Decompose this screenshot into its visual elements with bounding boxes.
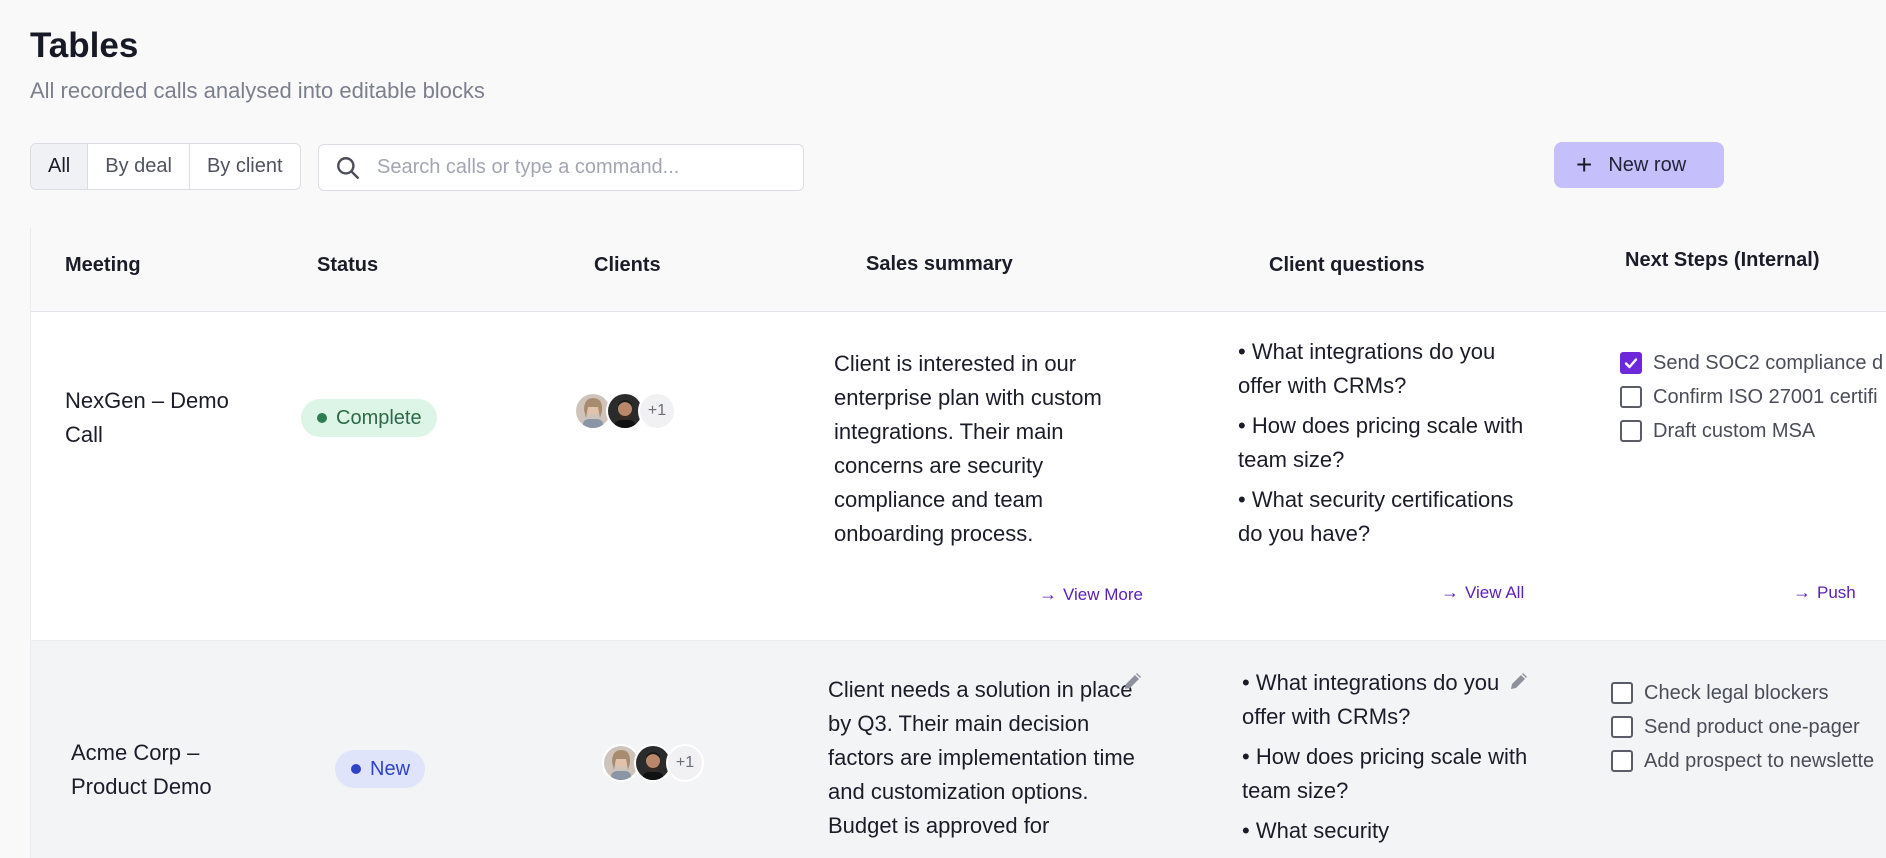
status-label: New [370,757,411,780]
next-steps-checklist: Check legal blockers Send product one-pa… [1611,676,1886,778]
avatar-more-count[interactable]: +1 [666,744,704,782]
checklist-item[interactable]: Send product one-pager [1611,710,1886,744]
column-header-status[interactable]: Status [317,254,378,277]
checkbox[interactable] [1611,716,1633,738]
list-item: • How does pricing scale with team size? [1242,744,1528,803]
checklist-item[interactable]: Check legal blockers [1611,676,1886,710]
sales-summary-text[interactable]: Client needs a solution in place by Q3. … [828,673,1138,843]
table-row[interactable]: NexGen – Demo Call Complete +1 Client is… [31,313,1886,640]
table-row[interactable]: Acme Corp – Product Demo New +1 Client n… [31,640,1886,858]
list-item: • What integrations do you offer with CR… [1238,339,1496,398]
checkbox-checked[interactable] [1620,352,1642,374]
client-avatars[interactable]: +1 [602,744,704,782]
checkbox[interactable] [1611,750,1633,772]
status-badge[interactable]: New [335,750,426,788]
view-all-label: View All [1465,582,1525,602]
list-item: • What integrations do you offer with CR… [1242,670,1500,729]
edit-pencil-icon[interactable] [1507,669,1531,698]
checklist-item[interactable]: Send SOC2 compliance d [1620,346,1886,380]
list-item: • How does pricing scale with team size? [1238,413,1524,472]
checkbox[interactable] [1620,420,1642,442]
calls-table: Meeting Status Clients Sales summary Cli… [30,228,1886,858]
checklist-label: Send product one-pager [1644,715,1860,738]
status-label: Complete [336,406,422,429]
checklist-label: Draft custom MSA [1653,419,1816,442]
view-all-link[interactable]: → View All [1441,582,1524,603]
push-link[interactable]: → Push [1793,582,1856,603]
next-steps-checklist: Send SOC2 compliance d Confirm ISO 27001… [1620,346,1886,448]
checkmark-icon [1624,358,1638,369]
meeting-name[interactable]: NexGen – Demo Call [65,384,265,452]
view-filter-tabs: All By deal By client [30,143,301,190]
tab-by-deal[interactable]: By deal [88,144,190,189]
arrow-right-icon: → [1039,584,1057,604]
sales-summary-text[interactable]: Client is interested in our enterprise p… [834,347,1144,551]
column-header-meeting[interactable]: Meeting [65,254,141,277]
checklist-item[interactable]: Confirm ISO 27001 certifi [1620,380,1886,414]
checkbox[interactable] [1611,682,1633,704]
checkbox[interactable] [1620,386,1642,408]
view-more-link[interactable]: → View More [1039,584,1143,605]
checklist-label: Add prospect to newslette [1644,749,1875,772]
table-header: Meeting Status Clients Sales summary Cli… [31,228,1886,312]
client-questions-list[interactable]: • What integrations do you offer with CR… [1238,335,1538,557]
view-more-label: View More [1063,584,1143,604]
edit-pencil-icon[interactable] [1121,669,1145,698]
column-header-next-steps[interactable]: Next Steps (Internal) [1625,249,1819,272]
column-header-client-questions[interactable]: Client questions [1269,254,1425,277]
search-icon [337,156,359,179]
status-badge[interactable]: Complete [301,399,437,437]
arrow-right-icon: → [1441,582,1459,602]
client-questions-list[interactable]: • What integrations do you offer with CR… [1242,666,1542,854]
tab-by-client[interactable]: By client [190,144,300,189]
list-item: • What security [1242,818,1390,843]
list-item: • What security certifications do you ha… [1238,487,1514,546]
column-header-clients[interactable]: Clients [594,254,661,277]
push-label: Push [1817,582,1856,602]
search-box [318,144,804,191]
checklist-label: Send SOC2 compliance d [1653,351,1884,374]
status-dot [317,413,327,423]
column-header-sales-summary[interactable]: Sales summary [866,253,1013,276]
avatar-more-count[interactable]: +1 [638,392,676,430]
page-subtitle: All recorded calls analysed into editabl… [30,78,485,103]
checklist-label: Check legal blockers [1644,681,1829,704]
arrow-right-icon: → [1793,582,1811,602]
checklist-item[interactable]: Draft custom MSA [1620,414,1886,448]
plus-icon: + [1576,149,1593,180]
client-avatars[interactable]: +1 [574,392,676,430]
new-row-button[interactable]: + New row [1554,142,1724,188]
status-dot [351,764,361,774]
new-row-label: New row [1608,153,1687,176]
search-input[interactable] [377,156,777,179]
tab-all[interactable]: All [31,144,89,189]
checklist-label: Confirm ISO 27001 certifi [1653,385,1878,408]
page-title: Tables [30,26,139,65]
meeting-name[interactable]: Acme Corp – Product Demo [71,736,271,804]
checklist-item[interactable]: Add prospect to newslette [1611,744,1886,778]
